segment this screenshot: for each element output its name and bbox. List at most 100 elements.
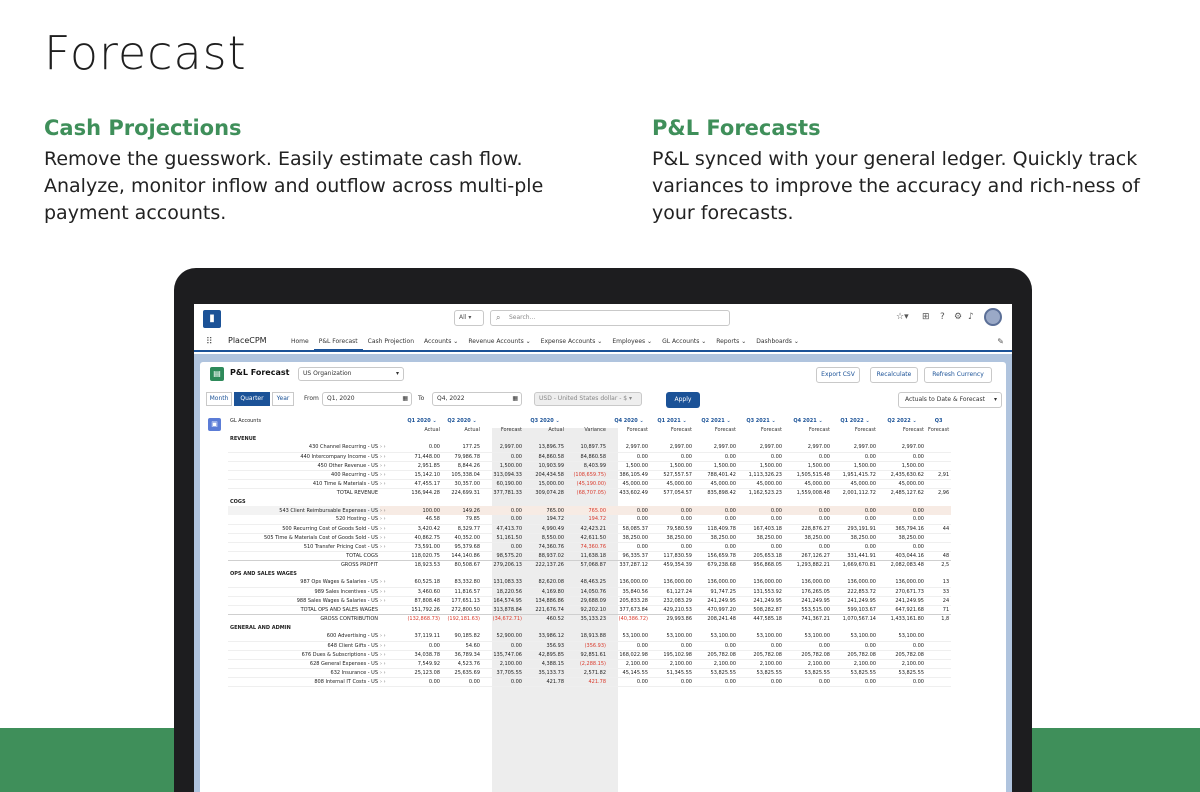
cell-value[interactable]: 2,082,083.48 — [878, 559, 926, 569]
cell-value[interactable] — [926, 632, 952, 642]
cell-value[interactable]: 1,951,415.72 — [832, 470, 878, 480]
cell-value[interactable]: 38,250.00 — [784, 533, 832, 543]
cell-value[interactable]: 788,401.42 — [694, 470, 738, 480]
cell-value[interactable]: 2,571.82 — [566, 668, 608, 678]
cell-value[interactable]: 2,100.00 — [608, 659, 650, 669]
cell-value[interactable]: 88,937.02 — [524, 550, 566, 560]
cell-value[interactable]: 527,557.57 — [650, 470, 694, 480]
cell-value[interactable]: 0.00 — [832, 542, 878, 552]
cell-value[interactable]: 45,000.00 — [608, 479, 650, 489]
cell-value[interactable]: 267,126.27 — [784, 550, 832, 560]
cell-value[interactable]: 47,413.70 — [482, 524, 524, 534]
nav-tab[interactable]: Reports ⌄ — [711, 332, 751, 352]
quarter-header[interactable]: Q4 2021 ⌄ — [784, 416, 832, 425]
cell-value[interactable]: 53,100.00 — [878, 632, 926, 642]
row-expand-icon[interactable] — [380, 487, 402, 497]
cell-value[interactable]: 53,100.00 — [738, 632, 784, 642]
cell-value[interactable]: 956,868.05 — [738, 559, 784, 569]
cell-value[interactable]: 7,549.92 — [402, 659, 442, 669]
cell-value[interactable]: 48 — [926, 550, 952, 560]
cell-value[interactable]: 136,000.00 — [650, 578, 694, 588]
cell-value[interactable]: 42,895.85 — [524, 650, 566, 660]
cell-value[interactable]: 205,782.08 — [878, 650, 926, 660]
quarter-header[interactable]: Q1 2021 ⌄ — [650, 416, 694, 425]
cell-value[interactable]: 2,997.00 — [832, 443, 878, 453]
cell-value[interactable]: 0.00 — [608, 677, 650, 687]
cell-value[interactable]: 25,123.08 — [402, 668, 442, 678]
cell-value[interactable]: 0.00 — [694, 506, 738, 515]
cell-value[interactable]: 204,434.58 — [524, 470, 566, 480]
apply-button[interactable]: Apply — [666, 392, 700, 408]
quarter-header[interactable]: Q1 2020 ⌄ — [402, 416, 442, 425]
cell-value[interactable]: 0.00 — [402, 677, 442, 687]
cell-value[interactable]: 2,100.00 — [878, 659, 926, 669]
cell-value[interactable]: 46.58 — [402, 515, 442, 525]
cell-value[interactable]: 131,553.92 — [738, 587, 784, 597]
cell-value[interactable]: 2,001,112.72 — [832, 487, 878, 497]
quarter-header[interactable]: Q2 2022 ⌄ — [878, 416, 926, 425]
cell-value[interactable]: 421.78 — [566, 677, 608, 687]
cell-value[interactable]: 0.00 — [784, 542, 832, 552]
account-label[interactable]: 500 Recurring Cost of Goods Sold - US — [228, 524, 380, 534]
cell-value[interactable] — [926, 506, 952, 515]
cell-value[interactable]: 37,119.11 — [402, 632, 442, 642]
account-label[interactable]: 410 Time & Materials - US — [228, 479, 380, 489]
cell-value[interactable]: 13,896.75 — [524, 443, 566, 453]
cell-value[interactable]: 0.00 — [832, 452, 878, 462]
cell-value[interactable]: 136,000.00 — [694, 578, 738, 588]
cell-value[interactable]: 14,050.76 — [566, 587, 608, 597]
cell-value[interactable]: 177,651.13 — [442, 596, 482, 606]
nav-tab[interactable]: P&L Forecast — [313, 332, 363, 352]
cell-value[interactable]: 100.00 — [402, 506, 442, 515]
cell-value[interactable] — [926, 650, 952, 660]
cell-value[interactable]: 53,100.00 — [650, 632, 694, 642]
cell-value[interactable]: 90,185.82 — [442, 632, 482, 642]
currency-select[interactable]: USD - United States dollar - $ ▾ — [534, 392, 642, 406]
cell-value[interactable] — [926, 668, 952, 678]
row-expand-icon[interactable]: › › — [380, 443, 402, 453]
cell-value[interactable]: 365,794.16 — [878, 524, 926, 534]
cell-value[interactable]: 647,921.68 — [878, 604, 926, 614]
grid-settings-icon[interactable]: ▣ — [208, 418, 221, 431]
cell-value[interactable]: 194.72 — [524, 515, 566, 525]
period-quarter-button[interactable]: Quarter — [234, 392, 270, 406]
global-search-input[interactable]: ⌕ Search... — [490, 310, 730, 326]
cell-value[interactable]: 0.00 — [482, 641, 524, 651]
account-label[interactable]: 600 Advertising - US — [228, 632, 380, 642]
cell-value[interactable]: 241,249.95 — [832, 596, 878, 606]
cell-value[interactable]: 2,997.00 — [738, 443, 784, 453]
app-logo-icon[interactable]: ▮ — [203, 310, 221, 328]
cell-value[interactable]: 0.00 — [694, 452, 738, 462]
cell-value[interactable]: 386,105.49 — [608, 470, 650, 480]
row-expand-icon[interactable]: › › — [380, 596, 402, 606]
cell-value[interactable]: 470,997.20 — [694, 604, 738, 614]
account-label[interactable]: 988 Sales Wages & Salaries - US — [228, 596, 380, 606]
account-label[interactable]: 543 Client Reimbursable Expenses - US — [228, 506, 380, 515]
account-label[interactable]: 440 Intercompany Income - US — [228, 452, 380, 462]
cell-value[interactable]: (45,190.00) — [566, 479, 608, 489]
cell-value[interactable]: 3,460.60 — [402, 587, 442, 597]
search-scope-select[interactable]: All ▾ — [454, 310, 484, 326]
cell-value[interactable]: 45,000.00 — [784, 479, 832, 489]
cell-value[interactable]: 2,96 — [926, 487, 952, 497]
account-label[interactable]: 400 Recurring - US — [228, 470, 380, 480]
recalculate-button[interactable]: Recalculate — [870, 367, 918, 383]
cell-value[interactable]: 38,250.00 — [878, 533, 926, 543]
cell-value[interactable]: 135,747.06 — [482, 650, 524, 660]
cell-value[interactable]: 0.00 — [738, 641, 784, 651]
cell-value[interactable]: 38,250.00 — [832, 533, 878, 543]
cell-value[interactable]: 377,673.84 — [608, 604, 650, 614]
bell-icon[interactable]: ♪ — [968, 312, 974, 322]
account-label[interactable]: 987 Ops Wages & Salaries - US — [228, 578, 380, 588]
nav-tab[interactable]: Expense Accounts ⌄ — [536, 332, 608, 352]
cell-value[interactable]: 136,000.00 — [738, 578, 784, 588]
cell-value[interactable]: 0.00 — [608, 542, 650, 552]
cell-value[interactable]: (68,707.05) — [566, 487, 608, 497]
cell-value[interactable]: 429,210.53 — [650, 604, 694, 614]
row-expand-icon[interactable]: › › — [380, 587, 402, 597]
cell-value[interactable]: 3,420.42 — [402, 524, 442, 534]
account-label[interactable]: 430 Channel Recurring - US — [228, 443, 380, 453]
cell-value[interactable]: 0.00 — [738, 452, 784, 462]
cell-value[interactable]: 356.93 — [524, 641, 566, 651]
cell-value[interactable]: 1,500.00 — [832, 461, 878, 471]
